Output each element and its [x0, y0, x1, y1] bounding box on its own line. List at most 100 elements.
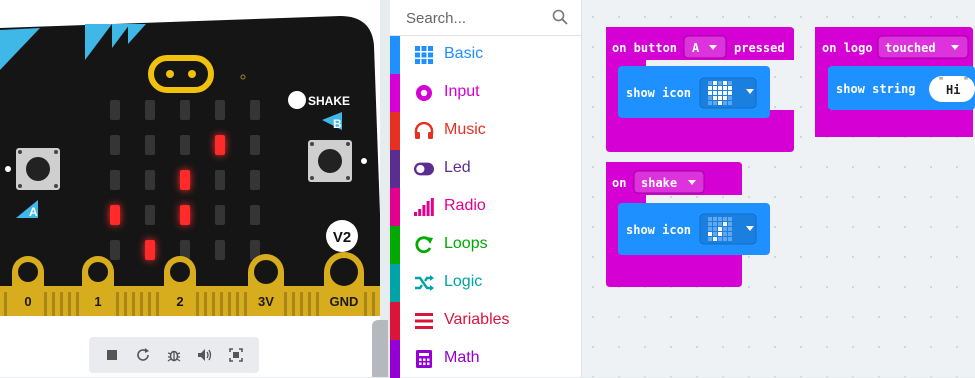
- search-icon[interactable]: [551, 8, 569, 26]
- toolbox-search: [390, 0, 581, 36]
- restart-button[interactable]: [132, 344, 154, 366]
- svg-text:shake: shake: [641, 176, 677, 190]
- led-2-2: [180, 170, 190, 190]
- svg-text:Hi: Hi: [946, 83, 960, 97]
- pattern-icon[interactable]: [708, 217, 732, 241]
- category-label: Input: [444, 83, 480, 100]
- signal-bars-icon: [414, 197, 434, 217]
- category-color-bar: [390, 226, 400, 264]
- led-2-3: [215, 170, 225, 190]
- category-math[interactable]: Math: [390, 340, 581, 378]
- button-a[interactable]: [16, 148, 60, 190]
- block-label: show string: [836, 82, 915, 96]
- category-color-bar: [390, 188, 400, 226]
- debug-button[interactable]: [163, 344, 185, 366]
- search-input[interactable]: [404, 5, 548, 31]
- led-0-0: [110, 100, 120, 120]
- category-radio[interactable]: Radio: [390, 188, 581, 226]
- button-b[interactable]: [308, 140, 352, 182]
- pin-0[interactable]: 0: [12, 256, 44, 316]
- blocks-workspace[interactable]: on button A pressed show icon on logo to…: [582, 0, 975, 377]
- toolbox: Basic Input Music Led Radio Loops: [390, 0, 582, 378]
- led-2-4: [250, 170, 260, 190]
- led-1-2: [180, 135, 190, 155]
- simulator-panel: SHAKE B A V2 0 1 2 3V GND: [0, 0, 388, 377]
- shake-button[interactable]: [288, 91, 306, 109]
- heart-icon[interactable]: [708, 81, 732, 105]
- led-0-3: [215, 100, 225, 120]
- pin-label: 0: [24, 294, 31, 309]
- button-b-label: B: [333, 117, 342, 131]
- shake-label: SHAKE: [308, 94, 350, 108]
- microbit-board: SHAKE B A V2 0 1 2 3V GND: [0, 16, 380, 316]
- category-logic[interactable]: Logic: [390, 264, 581, 302]
- mute-icon: [197, 349, 211, 361]
- toggle-icon: [414, 159, 434, 179]
- svg-text:": ": [963, 76, 969, 87]
- category-label: Loops: [444, 235, 488, 252]
- led-1-1: [145, 135, 155, 155]
- led-0-1: [145, 100, 155, 120]
- category-input[interactable]: Input: [390, 74, 581, 112]
- svg-text:touched: touched: [885, 41, 936, 55]
- logo-dropdown[interactable]: touched: [877, 35, 969, 59]
- led-4-3: [215, 240, 225, 260]
- led-0-2: [180, 100, 190, 120]
- svg-text:V2: V2: [333, 229, 351, 246]
- category-led[interactable]: Led: [390, 150, 581, 188]
- led-4-1: [145, 240, 155, 260]
- led-4-0: [110, 240, 120, 260]
- gesture-dropdown[interactable]: shake: [633, 170, 705, 194]
- category-color-bar: [390, 36, 400, 74]
- block-label: show icon: [626, 223, 691, 237]
- led-0-4: [250, 100, 260, 120]
- pin-label: 3V: [258, 294, 274, 309]
- button-dropdown[interactable]: A: [683, 35, 727, 59]
- pin-label: 1: [94, 294, 101, 309]
- category-variables[interactable]: Variables: [390, 302, 581, 340]
- category-label: Led: [444, 159, 471, 176]
- pin-1[interactable]: 1: [82, 256, 114, 316]
- shuffle-icon: [414, 273, 434, 293]
- category-color-bar: [390, 112, 400, 150]
- svg-text:": ": [938, 76, 944, 87]
- show-string-block[interactable]: show string " Hi ": [828, 66, 975, 110]
- show-icon-block-1[interactable]: show icon: [618, 66, 770, 118]
- mute-button[interactable]: [194, 344, 216, 366]
- category-loops[interactable]: Loops: [390, 226, 581, 264]
- category-music[interactable]: Music: [390, 112, 581, 150]
- panel-resize-handle[interactable]: [372, 320, 388, 377]
- category-basic[interactable]: Basic: [390, 36, 581, 74]
- pin-3v[interactable]: 3V: [248, 254, 284, 316]
- led-1-0: [110, 135, 120, 155]
- svg-text:A: A: [692, 41, 700, 55]
- led-3-4: [250, 205, 260, 225]
- category-label: Basic: [444, 45, 484, 62]
- category-label: Music: [444, 121, 486, 138]
- grid-icon: [414, 45, 434, 65]
- radio-dot-icon: [414, 83, 434, 103]
- fullscreen-button[interactable]: [225, 344, 247, 366]
- led-3-3: [215, 205, 225, 225]
- debug-icon: [167, 350, 181, 362]
- block-label: on button: [612, 41, 677, 55]
- stop-icon: [107, 350, 118, 360]
- pin-label: 2: [176, 294, 183, 309]
- led-3-0: [110, 205, 120, 225]
- calculator-icon: [414, 349, 434, 369]
- show-icon-block-2[interactable]: show icon: [618, 203, 770, 255]
- category-color-bar: [390, 302, 400, 340]
- category-color-bar: [390, 264, 400, 302]
- block-label: on logo: [822, 41, 873, 55]
- category-color-bar: [390, 74, 400, 112]
- category-label: Variables: [444, 311, 510, 328]
- simulator-toolbar: [89, 337, 259, 373]
- block-label: on: [612, 176, 626, 190]
- category-label: Logic: [444, 273, 483, 290]
- pin-gnd[interactable]: GND: [324, 252, 364, 316]
- restart-icon: [137, 348, 150, 361]
- pin-2[interactable]: 2: [164, 256, 196, 316]
- category-label: Math: [444, 349, 480, 366]
- block-label: show icon: [626, 86, 691, 100]
- stop-button[interactable]: [101, 344, 123, 366]
